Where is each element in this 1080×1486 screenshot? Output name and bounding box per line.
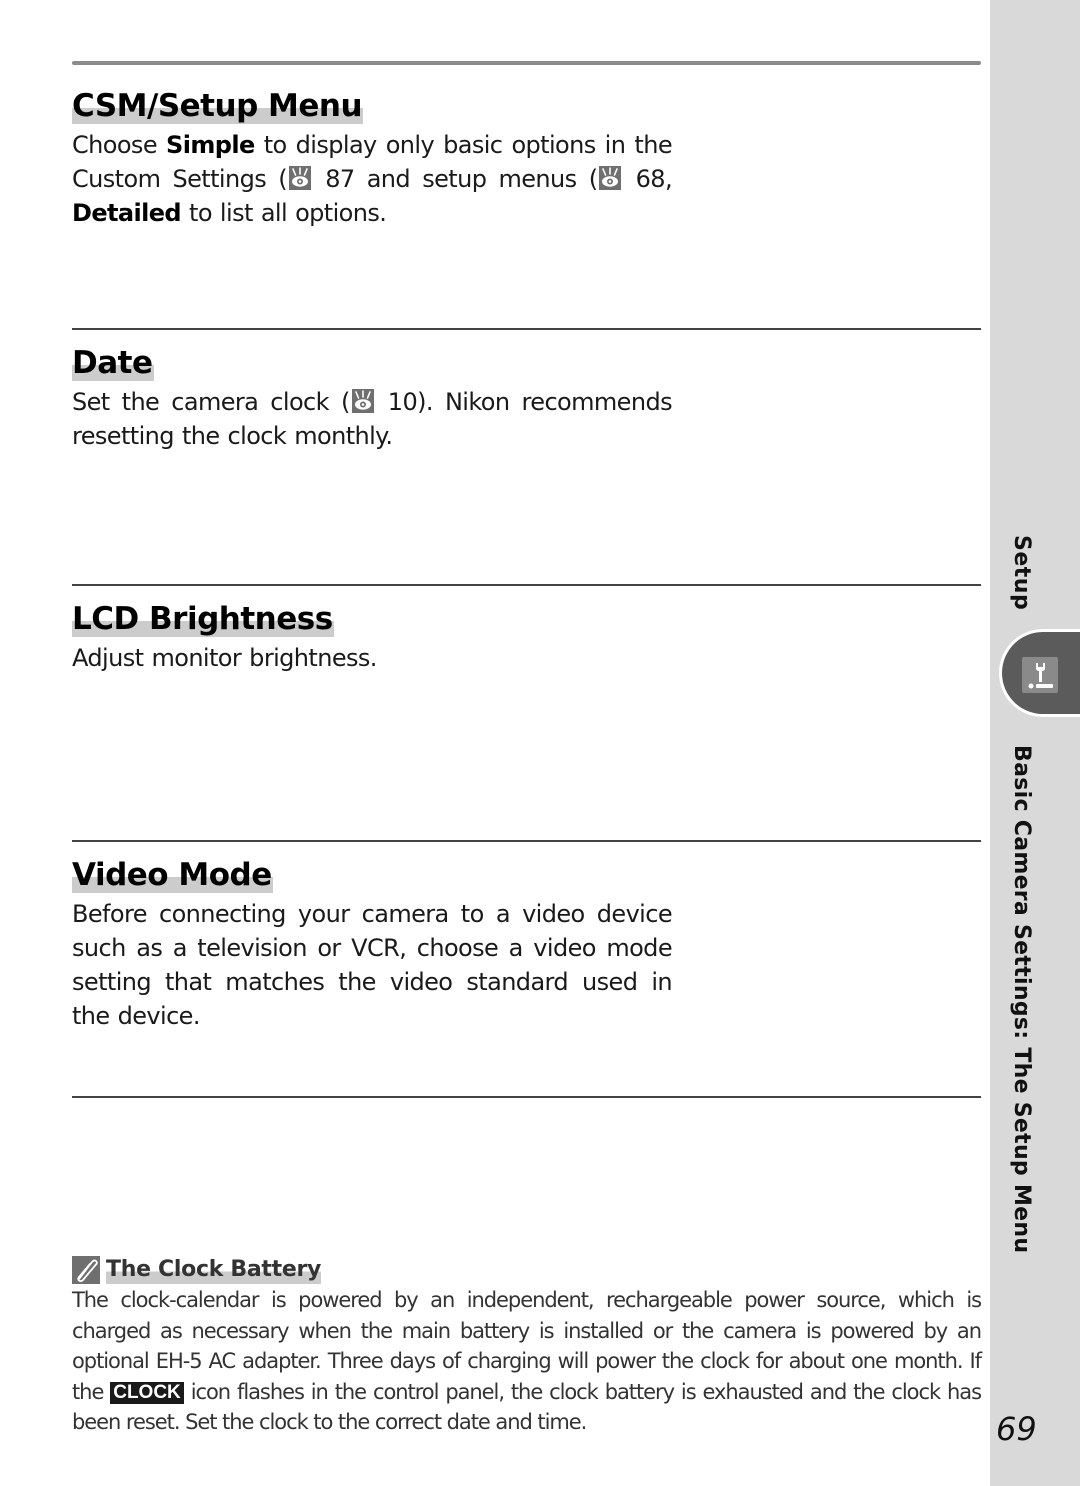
- note-header: The Clock Battery: [72, 1255, 981, 1285]
- section-title: Video Mode: [72, 857, 273, 893]
- sidebar-chapter-label: Basic Camera Settings: The Setup Menu: [1009, 745, 1034, 1254]
- section-date: Date Set the camera clock ( 10). Nikon r…: [72, 345, 673, 453]
- sidebar-section-label: Setup: [1009, 535, 1034, 611]
- note-body: The clock-calendar is powered by an inde…: [72, 1285, 982, 1438]
- page-reference-icon: [599, 166, 622, 190]
- pencil-note-icon: [72, 1256, 100, 1284]
- section-body: Choose Simple to display only basic opti…: [72, 131, 673, 227]
- section-divider: [72, 840, 981, 842]
- page-reference-icon: [289, 166, 312, 190]
- section-video-mode: Video Mode Before connecting your camera…: [72, 857, 673, 1033]
- section-divider: [72, 328, 981, 330]
- chapter-sidebar: [990, 0, 1080, 1486]
- note-clock-battery: The Clock Battery The clock-calendar is …: [72, 1255, 982, 1438]
- section-divider: [72, 584, 981, 586]
- option-name: Simple: [166, 131, 255, 159]
- option-name: Detailed: [72, 199, 182, 227]
- section-title: LCD Brightness: [72, 601, 334, 637]
- page-reference-number: 10: [375, 388, 418, 416]
- manual-page: CSM/Setup Menu Choose Simple to display …: [0, 0, 1080, 1486]
- top-rule: [72, 61, 981, 65]
- section-body: Set the camera clock ( 10). Nikon recomm…: [72, 388, 673, 450]
- section-body: Before connecting your camera to a video…: [72, 900, 673, 1030]
- note-title: The Clock Battery: [106, 1256, 322, 1284]
- note-text: icon flashes in the control panel, the c…: [72, 1379, 982, 1435]
- section-body: Adjust monitor brightness.: [72, 644, 377, 672]
- section-title: Date: [72, 345, 154, 381]
- chapter-tab: [999, 629, 1080, 717]
- section-lcd-brightness: LCD Brightness Adjust monitor brightness…: [72, 601, 672, 675]
- section-title: CSM/Setup Menu: [72, 88, 364, 124]
- page-number: 69: [996, 1410, 1037, 1448]
- page-reference-icon: [351, 389, 374, 413]
- section-csm-setup-menu: CSM/Setup Menu Choose Simple to display …: [72, 88, 673, 230]
- wrench-setup-icon: [1022, 657, 1058, 693]
- page-reference-number: 68: [623, 165, 666, 193]
- clock-icon: CLOCK: [110, 1381, 184, 1404]
- page-reference-number: 87: [313, 165, 355, 193]
- section-divider: [72, 1096, 981, 1098]
